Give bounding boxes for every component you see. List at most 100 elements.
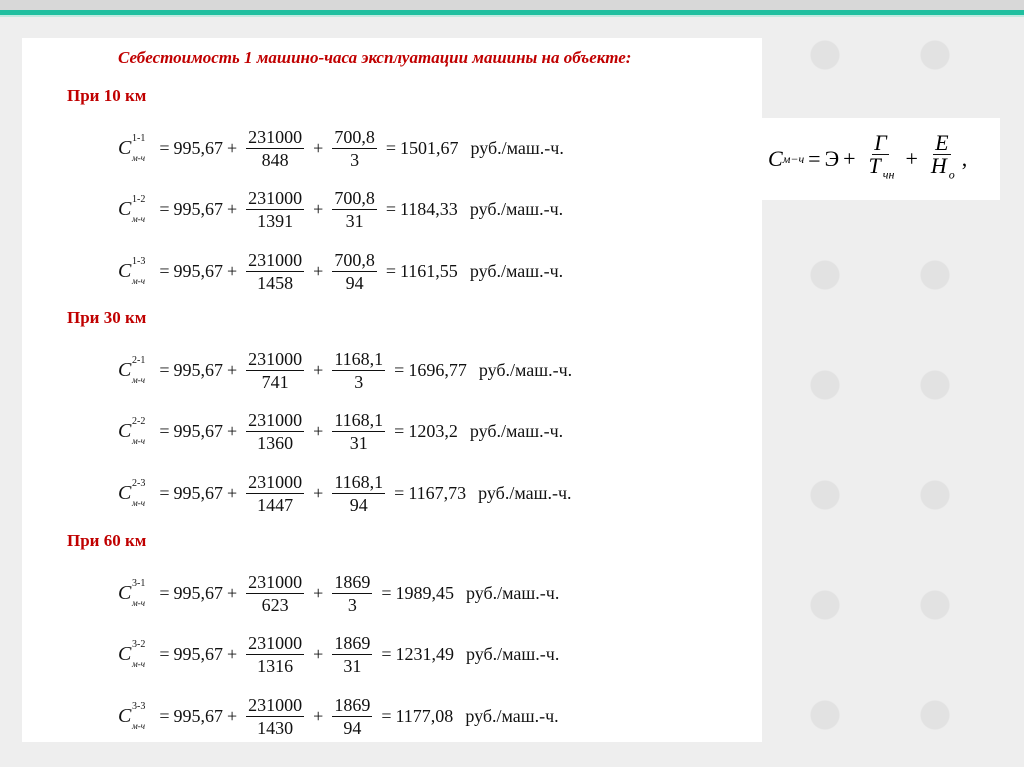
denominator: 848 [261, 150, 289, 170]
numerator: 1168,1 [332, 349, 386, 371]
energy-term: 995,67 [173, 644, 224, 664]
top-band [0, 0, 1024, 10]
unit-label: руб./маш.-ч. [470, 138, 564, 158]
fraction-1: 231000 1447 [246, 471, 305, 516]
denominator: 3 [350, 150, 360, 170]
formula-row: C 1-2 м-ч = 995,67 +231000 1391 +700,8 31 = 1184,3… [118, 187, 564, 232]
fraction-2: 1869 31 [332, 632, 373, 677]
cost-symbol: C 3-3 м-ч [118, 701, 146, 731]
fraction-1: 231000 1430 [246, 694, 305, 739]
index-sup: 2-2 [132, 416, 146, 427]
section-heading: При 10 км [67, 86, 147, 105]
index-sub: м-ч [132, 153, 146, 163]
numerator: 231000 [246, 349, 305, 371]
index-sub: м-ч [132, 276, 146, 286]
denominator: 1391 [257, 211, 294, 231]
index-sup: 3-3 [132, 701, 146, 712]
index-sub: м-ч [132, 659, 146, 669]
result-value: 1501,67 [399, 138, 459, 158]
numerator: 1168,1 [332, 472, 386, 494]
denominator: 1447 [257, 495, 294, 515]
energy-term: 995,67 [173, 583, 224, 603]
result-value: 1231,49 [395, 644, 454, 664]
energy-term: 995,67 [173, 360, 224, 380]
denominator: 94 [345, 273, 364, 293]
cost-symbol: C 1-3 м-ч [118, 256, 146, 286]
result-value: 1161,55 [399, 261, 458, 281]
cost-symbol: C 2-1 м-ч [118, 355, 146, 385]
fraction-1: 231000 1391 [246, 187, 305, 232]
denominator: 31 [349, 433, 368, 453]
index-sup: 3-2 [132, 639, 146, 650]
fraction-2: 1168,1 3 [332, 348, 386, 393]
result-value: 1177,08 [395, 706, 454, 726]
fraction-1: 231000 848 [246, 126, 305, 171]
formula-row: C 1-3 м-ч = 995,67 +231000 1458 +700,8 94 = 1161,5… [118, 249, 564, 294]
denominator: 94 [349, 495, 368, 515]
formula-t-sub: чн [882, 167, 895, 182]
index-sub: м-ч [132, 375, 146, 385]
numerator: 1869 [332, 633, 373, 655]
denominator: 31 [343, 656, 362, 676]
index-sup: 3-1 [132, 578, 146, 589]
numerator: 231000 [246, 695, 305, 717]
formula-row: C 2-1 м-ч = 995,67 +231000 741 +1168,1 3 = 1696,77… [118, 348, 573, 393]
fraction-1: 231000 1458 [246, 249, 305, 294]
fraction-1: 231000 623 [246, 571, 305, 616]
denominator: 94 [343, 718, 362, 738]
unit-label: руб./маш.-ч. [469, 199, 564, 219]
index-sub: м-ч [132, 436, 146, 446]
energy-term: 995,67 [173, 421, 224, 441]
cost-symbol: C 2-3 м-ч [118, 478, 146, 508]
index-sup: 2-3 [132, 478, 146, 489]
fraction-1: 231000 741 [246, 348, 305, 393]
fraction-2: 1168,1 31 [332, 409, 386, 454]
fraction-2: 1869 94 [332, 694, 373, 739]
result-value: 1696,77 [408, 360, 467, 380]
result-value: 1989,45 [395, 583, 454, 603]
denominator: 741 [261, 372, 289, 392]
unit-label: руб./маш.-ч. [465, 644, 560, 664]
general-formula: Cм−ч = Э + Г Tчн + EHо , [752, 118, 1000, 200]
unit-label: руб./маш.-ч. [478, 360, 573, 380]
energy-term: 995,67 [173, 261, 224, 281]
index-sub: м-ч [132, 598, 146, 608]
formula-row: C 2-3 м-ч = 995,67 +231000 1447 +1168,1 94 = 1167,… [118, 471, 572, 516]
formula-e: Э [824, 146, 840, 171]
numerator: 231000 [246, 250, 305, 272]
formula-lhs: C [768, 146, 783, 171]
numerator: 700,8 [332, 127, 377, 149]
fraction-2: 1168,1 94 [332, 471, 386, 516]
result-value: 1167,73 [408, 483, 467, 503]
section-heading: При 30 км [67, 308, 147, 327]
numerator: 1869 [332, 572, 373, 594]
result-value: 1203,2 [408, 421, 458, 441]
index-sup: 2-1 [132, 355, 146, 366]
unit-label: руб./маш.-ч. [478, 483, 572, 503]
energy-term: 995,67 [173, 138, 224, 158]
denominator: 623 [261, 595, 289, 615]
index-sup: 1-3 [132, 256, 146, 267]
unit-label: руб./маш.-ч. [469, 421, 564, 441]
formula-lhs-sub: м−ч [782, 151, 805, 166]
unit-label: руб./маш.-ч. [465, 583, 560, 603]
cost-symbol: C 1-2 м-ч [118, 194, 146, 224]
content-panel: Себестоимость 1 машино-часа эксплуатации… [22, 38, 762, 742]
numerator: 231000 [246, 127, 305, 149]
index-sub: м-ч [132, 721, 146, 731]
formula-row: C 3-3 м-ч = 995,67 +231000 1430 +1869 94 = 1177,08… [118, 694, 559, 739]
numerator: 231000 [246, 472, 305, 494]
formula-row: C 2-2 м-ч = 995,67 +231000 1360 +1168,1 31 = 1203,… [118, 409, 564, 454]
formula-h: H [930, 153, 947, 179]
denominator: 31 [345, 211, 364, 231]
formula-g: Г [872, 130, 889, 156]
cost-symbol: C 3-2 м-ч [118, 639, 146, 669]
accent-line [0, 10, 1024, 17]
numerator: 231000 [246, 633, 305, 655]
fraction-2: 1869 3 [332, 571, 373, 616]
energy-term: 995,67 [173, 199, 224, 219]
numerator: 700,8 [332, 250, 377, 272]
numerator: 231000 [246, 188, 305, 210]
result-value: 1184,33 [399, 199, 458, 219]
section-heading: При 60 км [67, 531, 147, 550]
